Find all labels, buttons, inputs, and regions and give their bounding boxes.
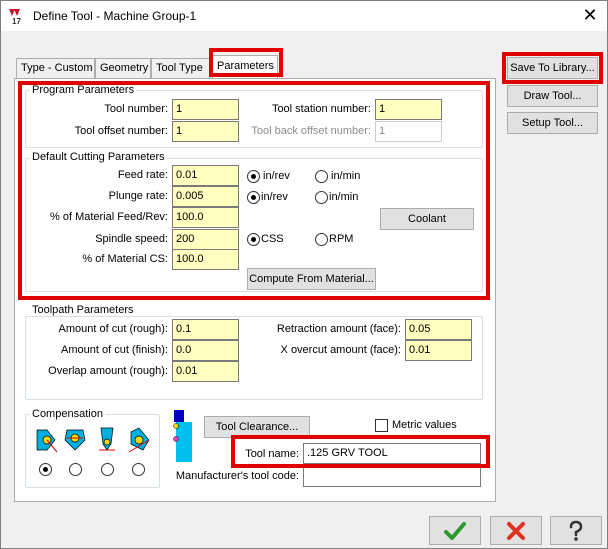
question-mark-icon — [569, 520, 583, 541]
tool-back-offset-label: Tool back offset number: — [251, 125, 371, 137]
ok-button[interactable] — [429, 516, 481, 545]
plunge-in-rev-radio[interactable] — [247, 191, 260, 204]
x-overcut-field[interactable]: 0.01 — [405, 340, 472, 361]
compensation-groove-icon — [99, 427, 115, 451]
compensation-right-icon — [128, 427, 150, 453]
help-button[interactable] — [550, 516, 602, 545]
feed-in-min-label: in/min — [331, 170, 361, 182]
feed-in-min-radio[interactable] — [315, 170, 328, 183]
svg-text:17: 17 — [12, 17, 21, 25]
spindle-speed-field[interactable]: 200 — [172, 229, 239, 250]
tool-number-label: Tool number: — [104, 103, 168, 115]
tool-offset-label: Tool offset number: — [74, 125, 168, 137]
feed-in-rev-radio[interactable] — [247, 170, 260, 183]
spindle-speed-label: Spindle speed: — [95, 233, 168, 245]
rpm-radio[interactable] — [315, 233, 328, 246]
plunge-in-min-radio[interactable] — [315, 191, 328, 204]
overlap-label: Overlap amount (rough): — [48, 365, 168, 377]
metric-values-checkbox[interactable] — [375, 419, 388, 432]
plunge-rate-field[interactable]: 0.005 — [172, 186, 239, 207]
checkmark-icon — [444, 522, 466, 540]
compensation-radio-4[interactable] — [132, 463, 145, 476]
define-tool-dialog: 17 Define Tool - Machine Group-1 ✕ Type … — [0, 0, 608, 549]
feed-rate-label: Feed rate: — [117, 169, 168, 181]
mastercam-app-icon: 17 — [8, 7, 25, 25]
metric-values-label: Metric values — [392, 419, 457, 431]
tab-geometry[interactable]: Geometry — [95, 58, 151, 78]
compensation-radio-1[interactable] — [39, 463, 52, 476]
save-to-library-button[interactable]: Save To Library... — [507, 57, 598, 79]
overlap-field[interactable]: 0.01 — [172, 361, 239, 382]
coolant-button[interactable]: Coolant — [380, 208, 474, 230]
finish-cut-field[interactable]: 0.0 — [172, 340, 239, 361]
cutting-parameters-title: Default Cutting Parameters — [30, 151, 167, 163]
close-icon[interactable]: ✕ — [579, 4, 601, 26]
tab-type-custom[interactable]: Type - Custom — [16, 58, 95, 78]
x-cancel-icon — [507, 522, 525, 540]
feed-in-rev-label: in/rev — [263, 170, 290, 182]
manufacturer-tool-code-label: Manufacturer's tool code: — [175, 470, 299, 482]
css-label: CSS — [261, 233, 284, 245]
material-cs-label: % of Material CS: — [82, 253, 168, 265]
tool-station-label: Tool station number: — [271, 103, 371, 115]
compensation-center-icon — [64, 429, 86, 451]
material-feed-label: % of Material Feed/Rev: — [50, 211, 168, 223]
tool-back-offset-field: 1 — [375, 121, 442, 142]
tool-preview-icon — [173, 410, 192, 462]
compute-from-material-button[interactable]: Compute From Material... — [247, 268, 376, 290]
compensation-radio-2[interactable] — [69, 463, 82, 476]
draw-tool-button[interactable]: Draw Tool... — [507, 85, 598, 107]
compensation-title: Compensation — [30, 408, 105, 420]
window-title: Define Tool - Machine Group-1 — [33, 9, 197, 23]
compensation-left-rear-icon — [36, 429, 58, 453]
tool-offset-field[interactable]: 1 — [172, 121, 239, 142]
tab-tool-type[interactable]: Tool Type — [151, 58, 211, 78]
material-feed-field[interactable]: 100.0 — [172, 207, 239, 228]
tool-number-field[interactable]: 1 — [172, 99, 239, 120]
manufacturer-tool-code-field[interactable] — [303, 466, 481, 487]
plunge-in-rev-label: in/rev — [261, 191, 288, 203]
tool-clearance-button[interactable]: Tool Clearance... — [204, 416, 310, 438]
compensation-radio-3[interactable] — [101, 463, 114, 476]
toolpath-parameters-title: Toolpath Parameters — [30, 304, 136, 316]
finish-cut-label: Amount of cut (finish): — [61, 344, 168, 356]
css-radio[interactable] — [247, 233, 260, 246]
rpm-label: RPM — [329, 233, 354, 245]
program-parameters-title: Program Parameters — [30, 84, 137, 96]
plunge-rate-label: Plunge rate: — [108, 190, 168, 202]
retraction-field[interactable]: 0.05 — [405, 319, 472, 340]
tool-name-label: Tool name: — [245, 448, 299, 460]
retraction-label: Retraction amount (face): — [276, 323, 401, 335]
rough-cut-label: Amount of cut (rough): — [58, 323, 168, 335]
x-overcut-label: X overcut amount (face): — [280, 344, 401, 356]
tab-parameters[interactable]: Parameters — [212, 55, 278, 79]
title-bar: 17 Define Tool - Machine Group-1 ✕ — [1, 1, 607, 31]
rough-cut-field[interactable]: 0.1 — [172, 319, 239, 340]
cancel-button[interactable] — [490, 516, 542, 545]
setup-tool-button[interactable]: Setup Tool... — [507, 112, 598, 134]
feed-rate-field[interactable]: 0.01 — [172, 165, 239, 186]
plunge-in-min-label: in/min — [329, 191, 359, 203]
material-cs-field[interactable]: 100.0 — [172, 249, 239, 270]
tool-name-field[interactable]: .125 GRV TOOL — [303, 443, 481, 464]
tool-station-field[interactable]: 1 — [375, 99, 442, 120]
